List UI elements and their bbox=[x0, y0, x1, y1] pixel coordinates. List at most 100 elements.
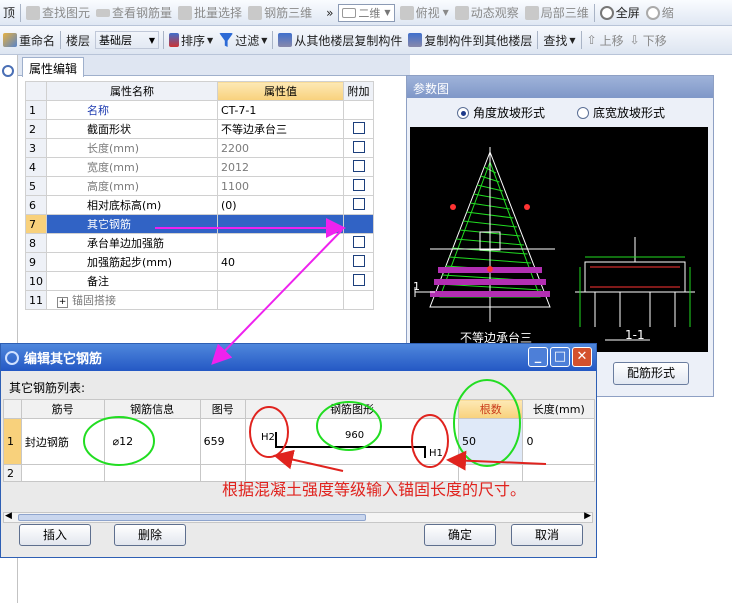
orbit-button[interactable]: 动态观察 bbox=[452, 2, 522, 24]
filter-button[interactable]: 过滤 ▼ bbox=[216, 29, 270, 51]
length-cell[interactable] bbox=[522, 464, 595, 482]
attach-cell[interactable] bbox=[343, 214, 374, 234]
property-name-cell[interactable]: 宽度(mm) bbox=[46, 157, 218, 177]
property-row[interactable]: 11 + 锚固搭接 bbox=[25, 290, 374, 310]
table-row[interactable]: 1 封边钢筋 ⌀12 659 H2 960 H1 50 0 bbox=[3, 418, 595, 465]
find-element-button[interactable]: 查找图元 bbox=[23, 2, 93, 24]
property-name-cell[interactable]: + 锚固搭接 bbox=[46, 290, 218, 310]
search-icon[interactable] bbox=[2, 65, 14, 77]
property-row[interactable]: 9 加强筋起步(mm) 40 bbox=[25, 252, 374, 272]
property-row[interactable]: 7 其它钢筋 bbox=[25, 214, 374, 234]
property-name-cell[interactable]: 长度(mm) bbox=[46, 138, 218, 158]
insert-button[interactable]: 插入 bbox=[19, 524, 91, 546]
attach-checkbox[interactable] bbox=[352, 140, 365, 153]
width-slope-radio[interactable]: 底宽放坡形式 bbox=[577, 104, 665, 121]
rebar-layout-button[interactable]: 配筋形式 bbox=[613, 362, 689, 385]
close-button[interactable]: ✕ bbox=[572, 347, 592, 367]
attach-cell[interactable] bbox=[343, 233, 374, 253]
count-cell[interactable]: 50 bbox=[457, 418, 524, 465]
figure-no-cell[interactable]: 659 bbox=[199, 418, 246, 465]
property-value-cell[interactable]: 40 bbox=[217, 252, 344, 272]
property-row[interactable]: 8 承台单边加强筋 bbox=[25, 233, 374, 253]
property-name-cell[interactable]: 相对底标高(m) bbox=[46, 195, 218, 215]
property-value-cell[interactable]: 2012 bbox=[217, 157, 344, 177]
rebar-no-cell[interactable] bbox=[20, 464, 105, 482]
maximize-button[interactable]: □ bbox=[550, 347, 570, 367]
attach-cell[interactable] bbox=[343, 138, 374, 158]
property-value-cell[interactable] bbox=[217, 290, 344, 310]
property-name-cell[interactable]: 承台单边加强筋 bbox=[46, 233, 218, 253]
property-value-cell[interactable] bbox=[217, 233, 344, 253]
property-name-cell[interactable]: 高度(mm) bbox=[46, 176, 218, 196]
attach-checkbox[interactable] bbox=[352, 235, 365, 248]
angle-slope-radio[interactable]: 角度放坡形式 bbox=[457, 104, 545, 121]
fullscreen-button[interactable]: 全屏 bbox=[597, 2, 643, 24]
rebar-3d-button[interactable]: 钢筋三维 bbox=[245, 2, 315, 24]
property-name-cell[interactable]: 备注 bbox=[46, 271, 218, 291]
toolbar-item-top[interactable]: 顶 bbox=[0, 2, 18, 24]
property-name-cell[interactable]: 加强筋起步(mm) bbox=[46, 252, 218, 272]
scrollbar-thumb[interactable] bbox=[18, 514, 366, 521]
attach-cell[interactable] bbox=[343, 290, 374, 310]
rebar-no-cell[interactable]: 封边钢筋 bbox=[20, 418, 105, 465]
property-name-cell[interactable]: 其它钢筋 bbox=[46, 214, 218, 234]
property-value-cell[interactable] bbox=[217, 271, 344, 291]
rebar-info-cell[interactable] bbox=[103, 464, 201, 482]
rebar-info-cell[interactable]: ⌀12 bbox=[103, 418, 201, 465]
property-row[interactable]: 3 长度(mm) 2200 bbox=[25, 138, 374, 158]
property-row[interactable]: 5 高度(mm) 1100 bbox=[25, 176, 374, 196]
property-value-cell[interactable]: 2200 bbox=[217, 138, 344, 158]
attach-cell[interactable] bbox=[343, 176, 374, 196]
move-up-button[interactable]: ⇧ 上移 bbox=[584, 29, 627, 51]
find-button[interactable]: 查找 ▼ bbox=[540, 29, 578, 51]
attach-checkbox[interactable] bbox=[352, 273, 365, 286]
top-view-button[interactable]: 俯视 ▼ bbox=[397, 2, 452, 24]
delete-button[interactable]: 删除 bbox=[114, 524, 186, 546]
attach-cell[interactable] bbox=[343, 119, 374, 139]
attach-checkbox[interactable] bbox=[352, 197, 365, 210]
view-rebar-qty-button[interactable]: 查看钢筋量 bbox=[93, 2, 175, 24]
property-row[interactable]: 1 名称 CT-7-1 bbox=[25, 100, 374, 120]
toolbar-overflow-button[interactable]: » bbox=[323, 2, 336, 24]
horizontal-scrollbar[interactable]: ◀ ▶ bbox=[3, 511, 593, 523]
minimize-button[interactable]: _ bbox=[528, 347, 548, 367]
attach-checkbox[interactable] bbox=[352, 121, 365, 134]
property-value-cell[interactable]: (0) bbox=[217, 195, 344, 215]
floor-select[interactable]: 基础层 ▼ bbox=[95, 31, 160, 49]
attach-checkbox[interactable] bbox=[352, 254, 365, 267]
sort-button[interactable]: 排序 ▼ bbox=[166, 29, 216, 51]
property-row[interactable]: 2 截面形状 不等边承台三 bbox=[25, 119, 374, 139]
rebar-shape-cell[interactable]: H2 960 H1 bbox=[244, 418, 459, 465]
ok-button[interactable]: 确定 bbox=[424, 524, 496, 546]
scroll-left-icon[interactable]: ◀ bbox=[5, 511, 12, 521]
property-row[interactable]: 6 相对底标高(m) (0) bbox=[25, 195, 374, 215]
shrink-button[interactable]: 缩 bbox=[643, 2, 677, 24]
copy-to-floor-button[interactable]: 复制构件到其他楼层 bbox=[405, 29, 535, 51]
property-value-cell[interactable] bbox=[217, 214, 344, 234]
property-name-cell[interactable]: 截面形状 bbox=[46, 119, 218, 139]
attach-cell[interactable] bbox=[343, 157, 374, 177]
attach-cell[interactable] bbox=[343, 100, 374, 120]
attach-cell[interactable] bbox=[343, 271, 374, 291]
property-row[interactable]: 10 备注 bbox=[25, 271, 374, 291]
length-cell[interactable]: 0 bbox=[522, 418, 595, 465]
cancel-button[interactable]: 取消 bbox=[511, 524, 583, 546]
property-name-cell[interactable]: 名称 bbox=[46, 100, 218, 120]
attach-cell[interactable] bbox=[343, 195, 374, 215]
view-2d-combo[interactable]: 二维 ▼ bbox=[338, 3, 395, 22]
copy-from-floor-button[interactable]: 从其他楼层复制构件 bbox=[275, 29, 405, 51]
property-row[interactable]: 4 宽度(mm) 2012 bbox=[25, 157, 374, 177]
expand-icon[interactable]: + bbox=[57, 297, 68, 308]
attach-cell[interactable] bbox=[343, 252, 374, 272]
tab-property-edit[interactable]: 属性编辑 bbox=[22, 57, 85, 77]
local-3d-button[interactable]: 局部三维 bbox=[522, 2, 592, 24]
scroll-right-icon[interactable]: ▶ bbox=[584, 511, 591, 521]
rename-button[interactable]: 重命名 bbox=[0, 29, 58, 51]
property-value-cell[interactable]: 1100 bbox=[217, 176, 344, 196]
move-down-button[interactable]: ⇩ 下移 bbox=[627, 29, 670, 51]
property-value-cell[interactable]: CT-7-1 bbox=[217, 100, 344, 120]
attach-checkbox[interactable] bbox=[352, 178, 365, 191]
property-value-cell[interactable]: 不等边承台三 bbox=[217, 119, 344, 139]
batch-select-button[interactable]: 批量选择 bbox=[175, 2, 245, 24]
attach-checkbox[interactable] bbox=[352, 159, 365, 172]
